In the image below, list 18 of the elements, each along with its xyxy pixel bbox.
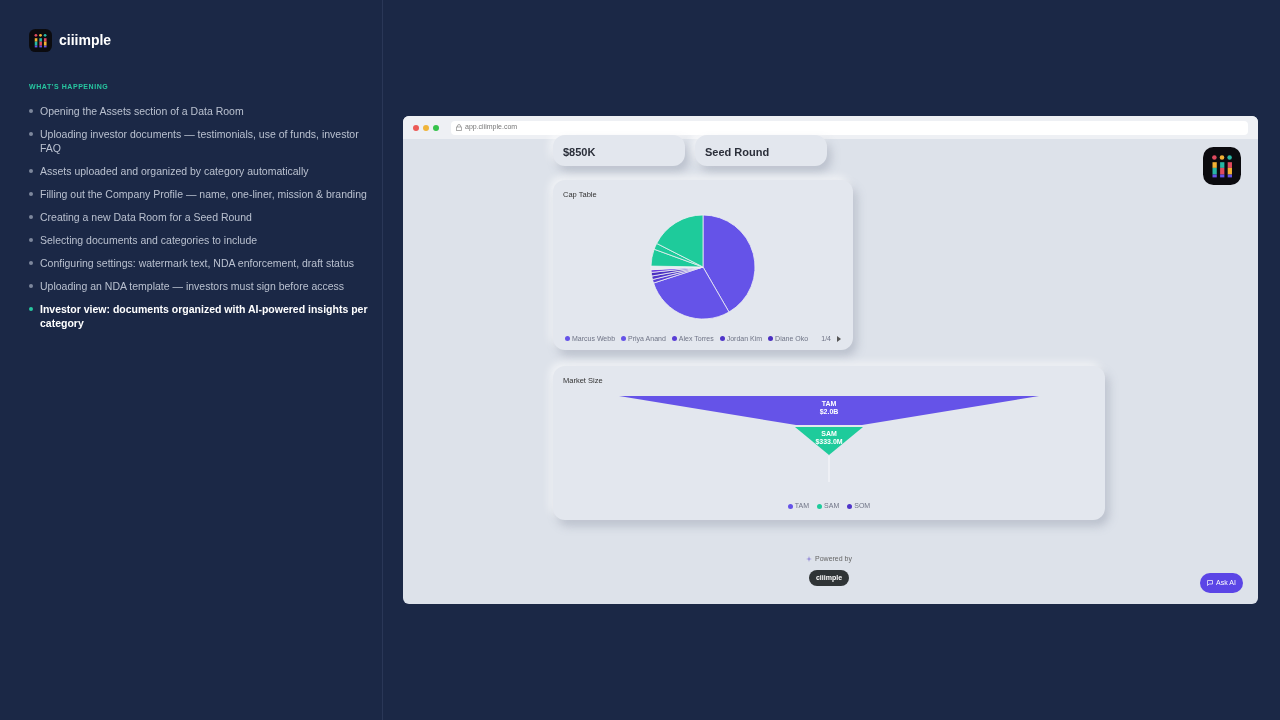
step-text: Selecting documents and categories to include <box>40 232 258 247</box>
step-text: Uploading investor documents — testimonials, use of funds, investor FAQ <box>40 126 360 155</box>
stat-card: Seed Round <box>695 135 827 166</box>
sparkle-icon <box>806 556 812 563</box>
step-text: Creating a new Data Room for a Seed Round <box>40 209 252 224</box>
step-text: Configuring settings: watermark text, NDA enforcement, draft status <box>40 255 354 270</box>
next-icon[interactable] <box>837 335 841 342</box>
step-text: Opening the Assets section of a Data Room <box>40 103 244 118</box>
step-text: Uploading an NDA template — investors must sign before access <box>40 278 345 293</box>
step-text: Assets uploaded and organized by category automatically <box>40 163 309 178</box>
brand-name: ciiimple <box>59 31 112 50</box>
lock-icon <box>456 124 462 131</box>
logo-icon <box>29 29 52 52</box>
step-text: Filling out the Company Profile — name, one-liner, mission & branding <box>40 186 367 201</box>
stat-card: $850K <box>553 135 685 166</box>
chat-icon <box>1207 579 1214 586</box>
step-text: Investor view: documents organized with AI-powered insights per category <box>40 301 369 330</box>
app-logo-icon <box>1202 147 1241 185</box>
